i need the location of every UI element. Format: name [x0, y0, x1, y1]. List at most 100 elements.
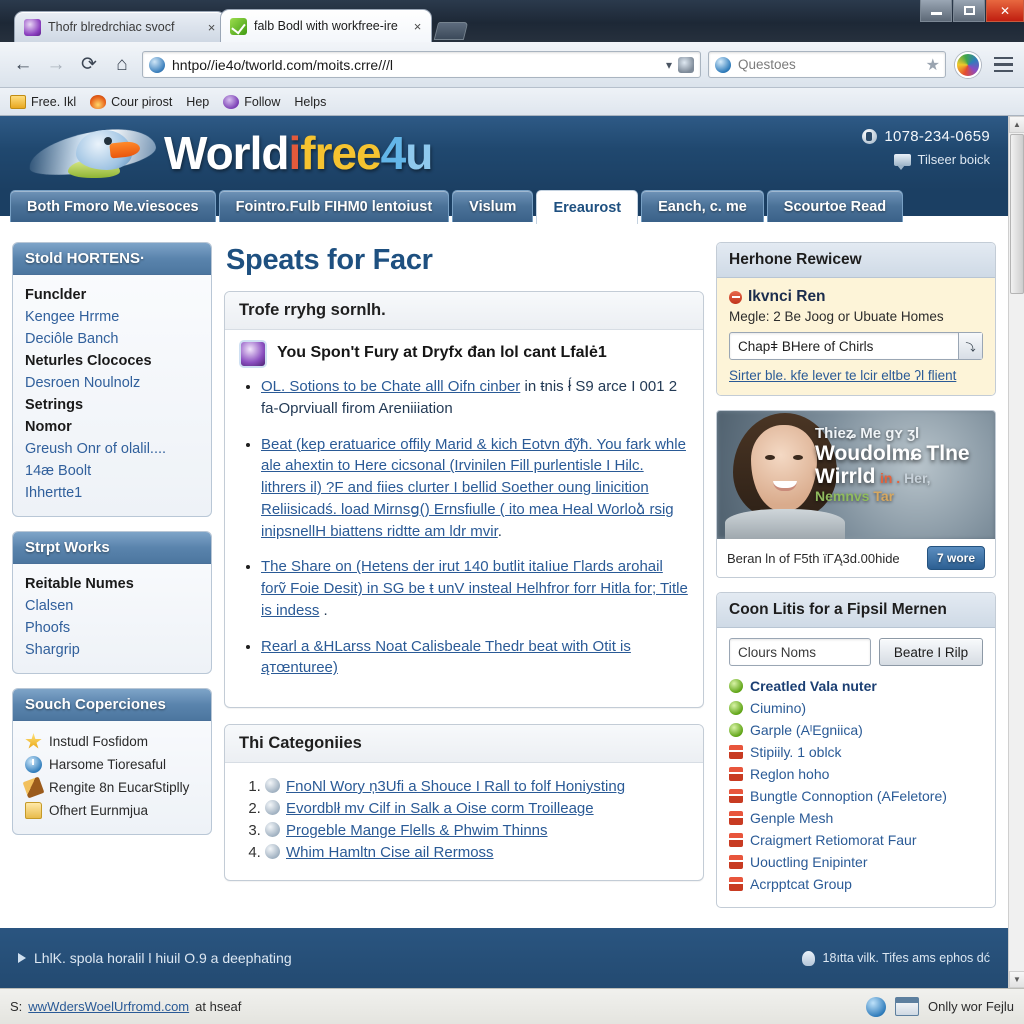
status-link[interactable]: wwWdersWoelUrfromd.com: [28, 999, 189, 1014]
back-arrow-icon[interactable]: ←: [8, 50, 38, 80]
hamburger-menu-icon[interactable]: [990, 56, 1016, 73]
browser-tab-1[interactable]: Thofr blredrchiac svocf ×: [14, 11, 226, 42]
window-icon[interactable]: [895, 997, 920, 1016]
review-select[interactable]: Chapǂ BHere of Chirls ⤵: [729, 332, 983, 360]
category-link[interactable]: Whim Hamltn Cise ail Rermoss: [286, 844, 494, 861]
promo-ad-card[interactable]: Thieʑ Me ɡʏ ʒl Woudolmɕ Tlne Wirrld in .…: [716, 410, 996, 578]
maximize-button[interactable]: [953, 0, 985, 22]
address-bar[interactable]: hntpo//ie4o/tworld.com/moits.crre///l ▾: [142, 51, 701, 78]
nav-tab-0[interactable]: Both Fmoro Me.viesoces: [10, 190, 216, 222]
close-window-button[interactable]: ✕: [986, 0, 1024, 22]
footer-right[interactable]: 18ıtta vilk. Tifes ams ephos dć: [801, 950, 990, 966]
footer-left[interactable]: LhlK. spola horalil l hiuil O.9 a deepha…: [18, 950, 292, 966]
list-item[interactable]: Creatled Vala nuter: [729, 675, 983, 697]
bullet-link[interactable]: Beat (kep eratuarice offily Marid & kich…: [261, 436, 686, 540]
list-item[interactable]: Garple (AᴵEgniica): [729, 719, 983, 741]
page-scrollbar[interactable]: ▲ ▼: [1008, 116, 1024, 988]
bullet-link[interactable]: OL. Sotions to be Chate alll Oifn cinber: [261, 378, 520, 395]
sidebar-item-7[interactable]: Greush Onr of olalil....: [25, 438, 199, 460]
category-link[interactable]: FnoNl Wory ņ3Ufi a Shouce I Rall to folf…: [286, 778, 625, 795]
reload-icon[interactable]: ⟳: [74, 50, 104, 80]
panel-body: Reitable Numes Clalsen Phoofs Shargrip: [13, 564, 211, 673]
forward-arrow-icon[interactable]: →: [41, 50, 71, 80]
bookmark-label: Follow: [244, 94, 281, 109]
new-tab-button[interactable]: [433, 22, 469, 40]
feature-item[interactable]: Ofhert Eurnmjua: [25, 799, 199, 822]
review-link[interactable]: Sirter ble. kfe lever te lcir eltbe ʔl f…: [729, 368, 983, 383]
nav-tab-1[interactable]: Fointro.Fulb FIHM0 lentoiust: [218, 190, 450, 222]
nav-tab-4[interactable]: Eanch, c. me: [641, 190, 764, 222]
feature-item[interactable]: Instudl Fosfidom: [25, 730, 199, 753]
minimize-button[interactable]: [920, 0, 952, 22]
page-icon[interactable]: [678, 56, 694, 73]
red-book-icon: [729, 877, 743, 891]
nav-tab-5[interactable]: Scourtoe Read: [766, 190, 904, 222]
list-item-label: Craigmert Retiomorat Faur: [750, 832, 917, 848]
category-link[interactable]: Evordblł mv Cilf in Salk a Oise corm Tro…: [286, 800, 594, 817]
star-icon[interactable]: ★: [926, 55, 940, 75]
bookmark-item[interactable]: Helps: [294, 95, 326, 109]
url-text: hntpo//ie4o/tworld.com/moits.crre///l: [172, 56, 393, 73]
list-item[interactable]: Stipiily. 1 oblck: [729, 741, 983, 763]
dropdown-arrow-icon[interactable]: ⤵: [958, 333, 982, 359]
nav-tab-label: Fointro.Fulb FIHM0 lentoiust: [235, 198, 433, 215]
red-book-icon: [729, 811, 743, 825]
sidebar-works-item-2[interactable]: Phoofs: [25, 617, 199, 639]
sidebar-item-8[interactable]: 14æ Boolt: [25, 460, 199, 482]
search-input[interactable]: Questoes: [738, 57, 926, 72]
nav-tab-3[interactable]: Ereaurost: [536, 190, 639, 224]
search-input[interactable]: Clours Noms: [729, 638, 871, 666]
site-logo[interactable]: Worldifree4u: [25, 122, 433, 184]
list-item[interactable]: Reglon hoho: [729, 763, 983, 785]
list-item-label: Uouctling Enipinter: [750, 854, 868, 870]
close-icon[interactable]: ×: [204, 20, 219, 35]
list-item-label: Stipiily. 1 oblck: [750, 744, 842, 760]
home-icon[interactable]: ⌂: [107, 50, 137, 80]
bookmark-item[interactable]: Follow: [223, 94, 281, 109]
sidebar-item-6[interactable]: Nomor: [25, 416, 199, 438]
sidebar-works-item-3[interactable]: Shargrip: [25, 639, 199, 661]
chevron-down-icon[interactable]: ▾: [660, 58, 678, 72]
close-icon[interactable]: ×: [410, 19, 425, 34]
callback-row[interactable]: Tilseer boick: [862, 152, 990, 170]
list-item[interactable]: Ciumino): [729, 697, 983, 719]
sidebar-item-1[interactable]: Kengee Hrrme: [25, 306, 199, 328]
bullet-link[interactable]: Rearl a &HLarss Noat Calisbeale Thedr be…: [261, 638, 631, 677]
panel-body: Clours Noms Beatre I Rilp Creatled Vala …: [717, 628, 995, 907]
ad-more-button[interactable]: 7 wore: [926, 546, 985, 570]
list-item[interactable]: Bungtle Connoption (AFeletore): [729, 785, 983, 807]
sidebar-works-item-0[interactable]: Reitable Numes: [25, 573, 199, 595]
bookmark-item[interactable]: Hep: [186, 95, 209, 109]
sidebar-item-9[interactable]: Ihhertte1: [25, 482, 199, 504]
list-item-label: Genple Mesh: [750, 810, 834, 826]
category-link[interactable]: Progeble Mange Flells & Phwim Thinns: [286, 822, 548, 839]
list-item[interactable]: Acrpptcat Group: [729, 873, 983, 895]
sidebar-item-2[interactable]: Deciôle Banch: [25, 328, 199, 350]
search-box[interactable]: Questoes ★: [708, 51, 946, 78]
feature-item[interactable]: Harsome Tioresaful: [25, 753, 199, 776]
sidebar-item-4[interactable]: Desroen Noulnolz: [25, 372, 199, 394]
sidebar-item-5[interactable]: Setrings: [25, 394, 199, 416]
phone-row[interactable]: 1078-234-0659: [862, 128, 990, 145]
list-item-label: Reglon hoho: [750, 766, 830, 782]
globe-icon[interactable]: [866, 996, 887, 1017]
bookmark-item[interactable]: Free. Ikl: [10, 94, 76, 109]
feature-item[interactable]: Rengite 8n EucarStiplly: [22, 776, 199, 799]
list-item[interactable]: Genple Mesh: [729, 807, 983, 829]
scroll-up-icon[interactable]: ▲: [1009, 116, 1024, 133]
profile-avatar-icon[interactable]: [955, 51, 981, 78]
search-button[interactable]: Beatre I Rilp: [879, 638, 983, 666]
sidebar-item-3[interactable]: Neturles Clococes: [25, 350, 199, 372]
sidebar-works-item-1[interactable]: Clalsen: [25, 595, 199, 617]
list-item[interactable]: Uouctling Enipinter: [729, 851, 983, 873]
star-icon: [25, 733, 42, 749]
scrollbar-thumb[interactable]: [1010, 134, 1024, 294]
list-item[interactable]: Craigmert Retiomorat Faur: [729, 829, 983, 851]
panel-title: Stold HORTENS·: [13, 243, 211, 275]
nav-tab-2[interactable]: Vislum: [452, 190, 534, 222]
browser-tab-2[interactable]: falb Bodl with workfree-ire ×: [220, 9, 432, 42]
panel-body: Instudl Fosfidom Harsome Tioresaful Reng…: [13, 721, 211, 834]
scroll-down-icon[interactable]: ▼: [1009, 971, 1024, 988]
sidebar-item-0[interactable]: Funclder: [25, 284, 199, 306]
bookmark-item[interactable]: Cour pirost: [90, 94, 172, 109]
